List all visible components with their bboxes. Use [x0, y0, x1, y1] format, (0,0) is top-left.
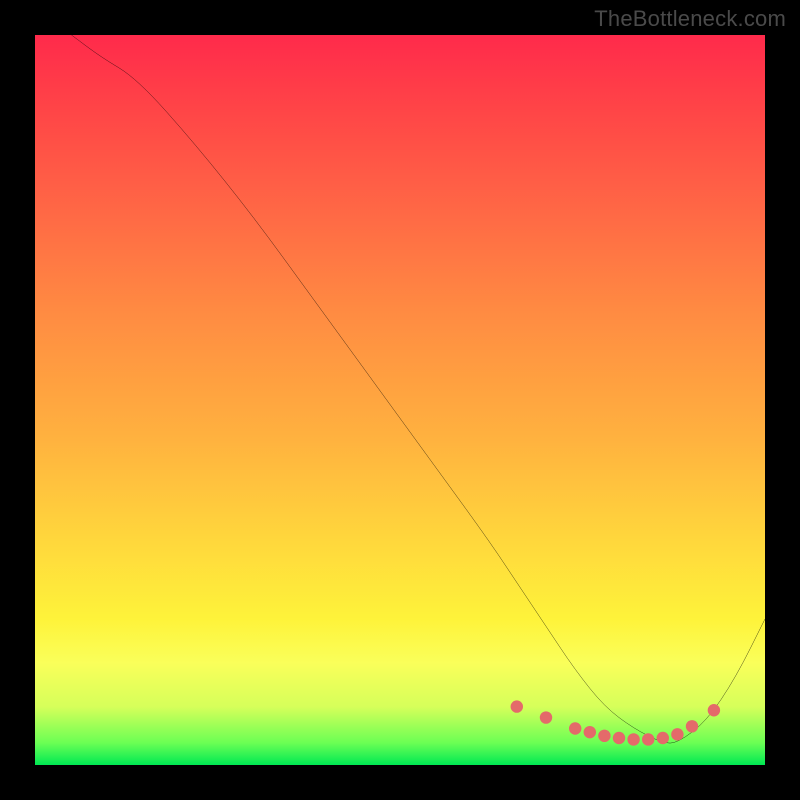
watermark-text: TheBottleneck.com: [594, 6, 786, 32]
marker-dot: [598, 730, 610, 742]
marker-dot: [584, 726, 596, 738]
chart-plot-area: [35, 35, 765, 765]
chart-frame: TheBottleneck.com: [0, 0, 800, 800]
marker-dot: [569, 722, 581, 734]
marker-dot: [708, 704, 720, 716]
curve-path: [72, 35, 766, 743]
chart-svg: [35, 35, 765, 765]
marker-dot: [686, 720, 698, 732]
marker-dot: [671, 728, 683, 740]
marker-dot: [642, 733, 654, 745]
marker-dot: [657, 732, 669, 744]
marker-dot: [511, 700, 523, 712]
marker-dot: [613, 732, 625, 744]
marker-dot: [627, 733, 639, 745]
marker-group: [511, 700, 721, 745]
marker-dot: [540, 711, 552, 723]
